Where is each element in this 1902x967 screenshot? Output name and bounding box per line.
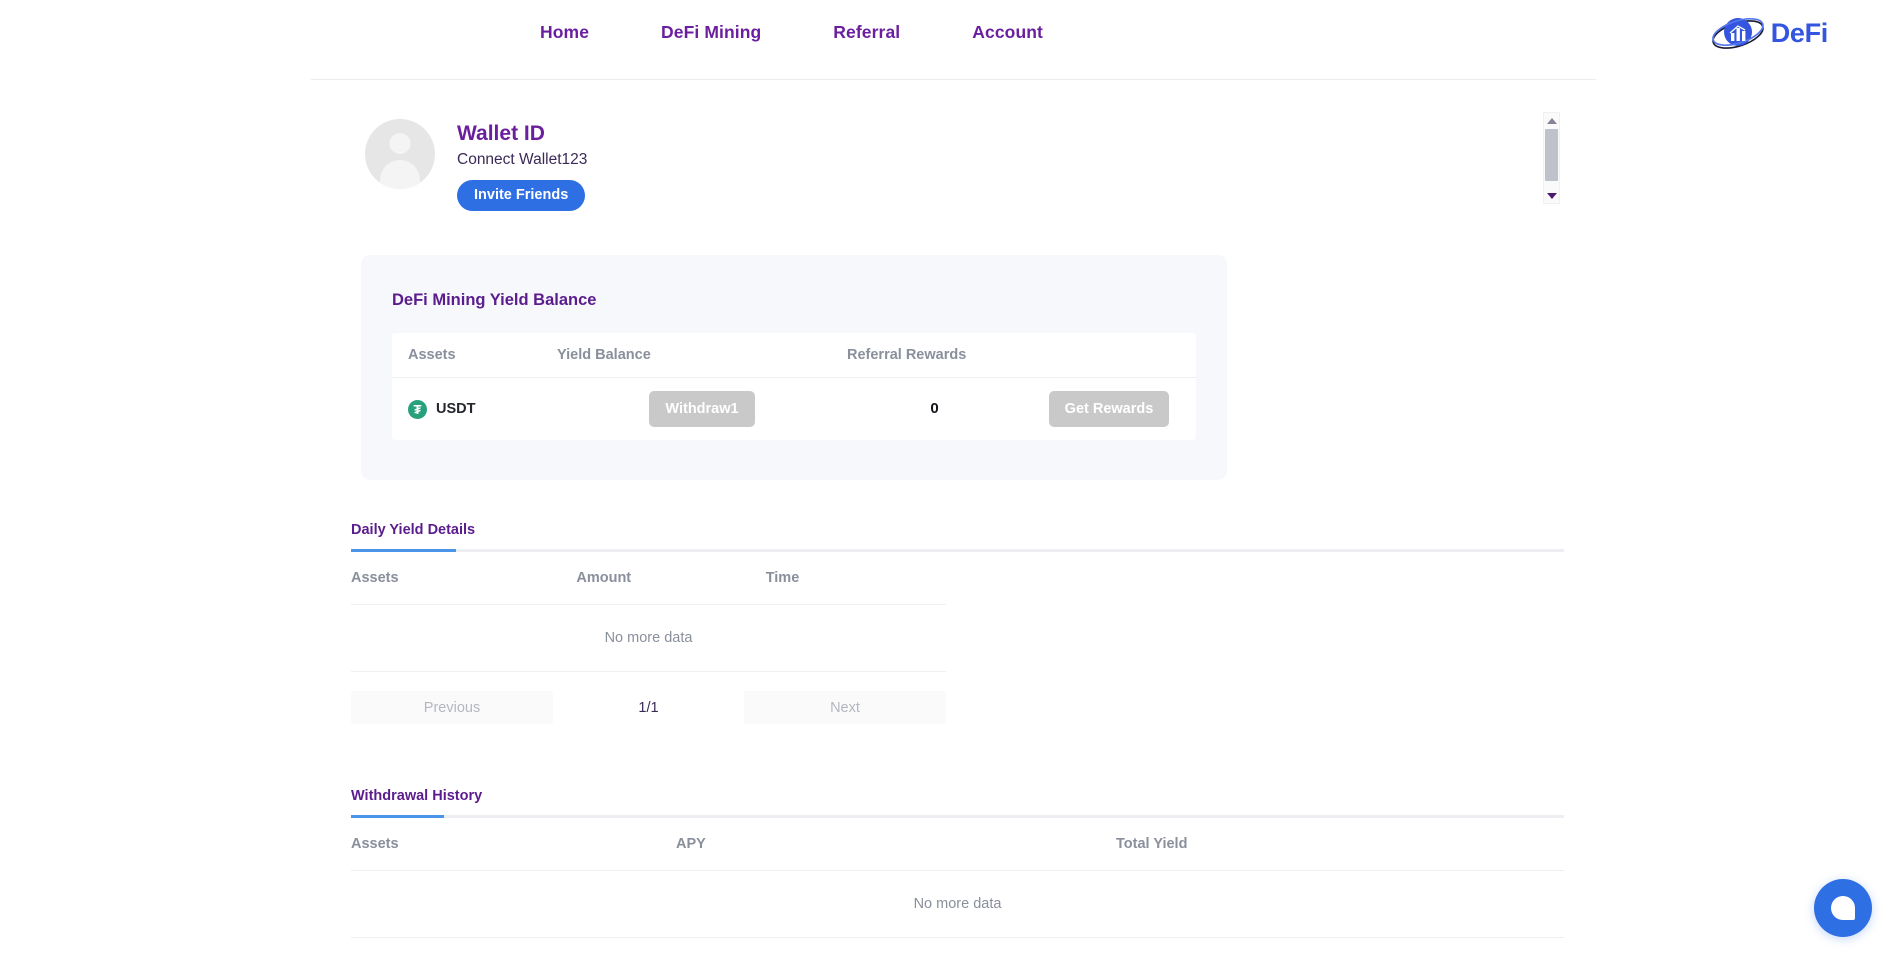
withdrawal-history-section: Withdrawal History Assets APY Total Yiel…	[351, 787, 1564, 938]
profile-section: Wallet ID Connect Wallet123 Invite Frien…	[365, 119, 587, 211]
yield-card-title: DeFi Mining Yield Balance	[392, 291, 597, 309]
yield-balance-card: DeFi Mining Yield Balance Assets Yield B…	[361, 255, 1227, 480]
withdrawal-history-tabbar	[351, 815, 1564, 818]
header-divider	[311, 79, 1596, 80]
app-page: Home DeFi Mining Referral Account DeFi W…	[0, 0, 1902, 967]
scrollbar-down-button[interactable]	[1544, 188, 1559, 203]
nav-referral[interactable]: Referral	[833, 22, 900, 43]
daily-yield-tabbar	[351, 549, 1564, 552]
column-header-assets: Assets	[408, 347, 456, 363]
yield-table-header-row: Assets Yield Balance Referral Rewards	[392, 333, 1196, 378]
asset-symbol: USDT	[436, 401, 476, 417]
scrollbar-track[interactable]	[1545, 129, 1558, 188]
daily-table-header-row: Assets Amount Time	[351, 552, 946, 605]
invite-friends-button[interactable]: Invite Friends	[457, 180, 586, 211]
daily-empty-state: No more data	[351, 605, 946, 672]
site-logo[interactable]: DeFi	[1709, 13, 1828, 53]
wallet-id-label: Wallet ID	[457, 122, 545, 145]
pagination-next-button[interactable]: Next	[744, 691, 946, 724]
chevron-up-icon	[1546, 117, 1557, 124]
chevron-down-icon	[1546, 192, 1557, 199]
yield-balance-table: Assets Yield Balance Referral Rewards ₮ …	[392, 333, 1196, 440]
column-header-total-yield: Total Yield	[1116, 836, 1188, 852]
column-header-assets: Assets	[351, 570, 399, 586]
tab-daily-yield-details[interactable]: Daily Yield Details	[351, 522, 475, 549]
profile-info: Wallet ID Connect Wallet123 Invite Frien…	[457, 119, 587, 211]
cell-yield-balance: Withdraw1	[557, 391, 847, 427]
pagination-previous-button[interactable]: Previous	[351, 691, 553, 724]
withdrawal-history-table: Assets APY Total Yield No more data	[351, 818, 1564, 938]
daily-pagination: Previous 1/1 Next	[351, 691, 946, 724]
withdraw-button[interactable]: Withdraw1	[649, 391, 755, 427]
history-table-header-row: Assets APY Total Yield	[351, 818, 1564, 871]
column-header-yield-balance: Yield Balance	[557, 347, 651, 363]
column-header-amount: Amount	[576, 570, 632, 586]
nav-defi-mining[interactable]: DeFi Mining	[661, 22, 761, 43]
cell-referral-rewards: 0	[847, 400, 1022, 418]
column-header-assets: Assets	[351, 836, 399, 852]
column-header-time: Time	[765, 570, 800, 586]
column-header-apy: APY	[676, 836, 706, 852]
get-rewards-button[interactable]: Get Rewards	[1048, 391, 1170, 427]
history-empty-state: No more data	[351, 871, 1564, 938]
daily-yield-section: Daily Yield Details Assets Amount Time N…	[351, 521, 1564, 724]
site-header: Home DeFi Mining Referral Account DeFi	[0, 0, 1902, 80]
table-row: ₮ USDT Withdraw1 0 Get Rewards	[392, 378, 1196, 440]
user-avatar-placeholder-icon	[365, 119, 435, 189]
withdrawal-history-tab-indicator	[351, 815, 444, 818]
asset-cell: ₮ USDT	[408, 399, 557, 419]
daily-yield-table: Assets Amount Time No more data Previous…	[351, 552, 946, 724]
scrollbar-thumb[interactable]	[1545, 129, 1558, 181]
defi-chart-orbit-logo-icon	[1711, 17, 1764, 49]
scrollbar-up-button[interactable]	[1544, 113, 1559, 128]
column-header-referral-rewards: Referral Rewards	[847, 347, 967, 363]
daily-yield-tab-indicator	[351, 549, 456, 552]
wallet-connect-text: Connect Wallet123	[457, 151, 588, 168]
pagination-page-indicator: 1/1	[638, 699, 659, 716]
cell-get-rewards: Get Rewards	[1022, 391, 1196, 427]
profile-scrollbar[interactable]	[1543, 112, 1560, 204]
referral-rewards-value: 0	[930, 400, 939, 417]
logo-text: DeFi	[1770, 17, 1829, 48]
nav-home[interactable]: Home	[540, 22, 589, 43]
tab-withdrawal-history[interactable]: Withdrawal History	[351, 788, 482, 815]
chat-widget-button[interactable]	[1814, 879, 1872, 937]
nav-account[interactable]: Account	[972, 22, 1043, 43]
main-navigation: Home DeFi Mining Referral Account	[540, 22, 1043, 43]
usdt-tether-icon: ₮	[408, 399, 427, 419]
cell-asset: ₮ USDT	[392, 399, 557, 419]
chat-bubble-icon	[1831, 896, 1855, 920]
